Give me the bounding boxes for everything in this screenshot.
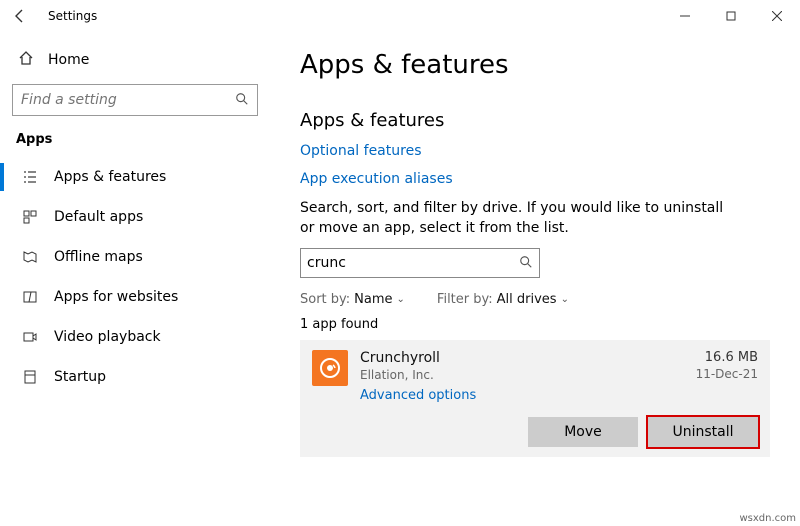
- chevron-down-icon: ⌄: [397, 294, 405, 305]
- sidebar-item-label: Startup: [54, 369, 106, 385]
- settings-search-input[interactable]: [21, 92, 235, 108]
- video-icon: [22, 329, 38, 345]
- maximize-button[interactable]: [708, 0, 754, 32]
- section-heading: Apps & features: [300, 110, 770, 131]
- sidebar-item-label: Default apps: [54, 209, 143, 225]
- websites-icon: [22, 289, 38, 305]
- watermark: wsxdn.com: [739, 513, 796, 524]
- map-icon: [22, 249, 38, 265]
- app-list-item[interactable]: Crunchyroll Ellation, Inc. Advanced opti…: [300, 340, 770, 457]
- filter-by-dropdown[interactable]: Filter by: All drives ⌄: [437, 292, 569, 307]
- optional-features-link[interactable]: Optional features: [300, 143, 770, 159]
- page-title: Apps & features: [300, 50, 770, 80]
- app-size: 16.6 MB: [696, 350, 758, 365]
- app-name: Crunchyroll: [360, 350, 684, 366]
- search-icon: [519, 254, 533, 273]
- sort-by-dropdown[interactable]: Sort by: Name ⌄: [300, 292, 405, 307]
- app-icon: [312, 350, 348, 386]
- sort-value: Name: [354, 292, 392, 307]
- sidebar-section: Apps: [16, 132, 258, 147]
- sidebar-item-label: Apps & features: [54, 169, 166, 185]
- app-search[interactable]: [300, 248, 540, 278]
- home-nav[interactable]: Home: [12, 42, 258, 84]
- minimize-button[interactable]: [662, 0, 708, 32]
- close-button[interactable]: [754, 0, 800, 32]
- settings-search[interactable]: [12, 84, 258, 116]
- advanced-options-link[interactable]: Advanced options: [360, 388, 684, 403]
- results-count: 1 app found: [300, 317, 770, 332]
- sidebar: Home Apps Apps & features Default apps: [0, 32, 270, 526]
- sidebar-item-apps-features[interactable]: Apps & features: [12, 157, 258, 197]
- filter-value: All drives: [497, 292, 557, 307]
- app-search-input[interactable]: [307, 255, 519, 271]
- filter-label: Filter by:: [437, 292, 493, 307]
- app-publisher: Ellation, Inc.: [360, 368, 684, 382]
- sidebar-item-label: Video playback: [54, 329, 161, 345]
- search-icon: [235, 91, 249, 110]
- chevron-down-icon: ⌄: [561, 294, 569, 305]
- sidebar-item-video-playback[interactable]: Video playback: [12, 317, 258, 357]
- sidebar-item-offline-maps[interactable]: Offline maps: [12, 237, 258, 277]
- list-icon: [22, 169, 38, 185]
- sidebar-item-label: Offline maps: [54, 249, 143, 265]
- startup-icon: [22, 369, 38, 385]
- uninstall-button[interactable]: Uninstall: [648, 417, 758, 447]
- move-button[interactable]: Move: [528, 417, 638, 447]
- home-icon: [18, 50, 34, 70]
- sidebar-item-label: Apps for websites: [54, 289, 178, 305]
- sort-label: Sort by:: [300, 292, 350, 307]
- help-text: Search, sort, and filter by drive. If yo…: [300, 199, 730, 238]
- window-title: Settings: [48, 9, 97, 23]
- app-execution-aliases-link[interactable]: App execution aliases: [300, 171, 770, 187]
- back-button[interactable]: [0, 0, 40, 32]
- home-label: Home: [48, 52, 89, 68]
- main-panel: Apps & features Apps & features Optional…: [270, 32, 800, 526]
- titlebar: Settings: [0, 0, 800, 32]
- app-date: 11-Dec-21: [696, 367, 758, 381]
- sidebar-item-default-apps[interactable]: Default apps: [12, 197, 258, 237]
- sidebar-item-startup[interactable]: Startup: [12, 357, 258, 397]
- sidebar-item-apps-websites[interactable]: Apps for websites: [12, 277, 258, 317]
- default-apps-icon: [22, 209, 38, 225]
